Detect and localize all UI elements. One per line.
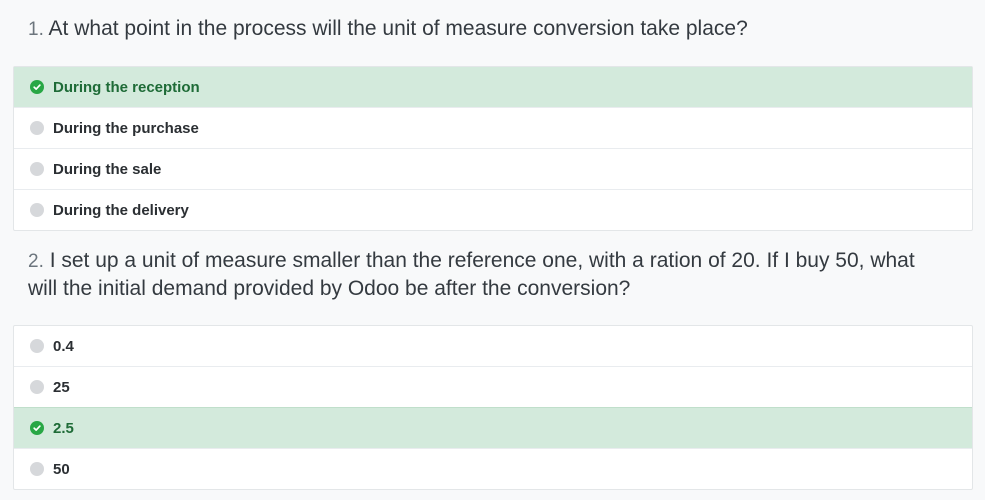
answer-label: 2.5 bbox=[53, 419, 74, 437]
radio-circle-icon bbox=[30, 162, 44, 176]
question-text: At what point in the process will the un… bbox=[48, 17, 748, 40]
answer-option[interactable]: During the delivery bbox=[14, 189, 972, 230]
check-circle-icon bbox=[30, 80, 44, 94]
question-2: 2. I set up a unit of measure smaller th… bbox=[0, 231, 985, 490]
question-text: I set up a unit of measure smaller than … bbox=[28, 249, 915, 300]
answer-label: During the reception bbox=[53, 78, 200, 96]
answer-option[interactable]: 2.5 bbox=[14, 407, 972, 448]
radio-circle-icon bbox=[30, 462, 44, 476]
answer-label: 50 bbox=[53, 460, 70, 478]
answer-option[interactable]: 25 bbox=[14, 366, 972, 407]
answer-option[interactable]: 0.4 bbox=[14, 326, 972, 366]
answer-label: During the sale bbox=[53, 160, 162, 178]
answer-label: 0.4 bbox=[53, 337, 74, 355]
answer-option[interactable]: 50 bbox=[14, 448, 972, 489]
question-1: 1. At what point in the process will the… bbox=[0, 0, 985, 231]
answer-label: 25 bbox=[53, 378, 70, 396]
answer-label: During the purchase bbox=[53, 119, 199, 137]
radio-circle-icon bbox=[30, 121, 44, 135]
check-circle-icon bbox=[30, 421, 44, 435]
quiz: 1. At what point in the process will the… bbox=[0, 0, 985, 490]
radio-circle-icon bbox=[30, 380, 44, 394]
question-number: 2. bbox=[28, 251, 44, 272]
radio-circle-icon bbox=[30, 339, 44, 353]
answer-list: During the reception During the purchase… bbox=[13, 66, 973, 231]
answer-option[interactable]: During the reception bbox=[14, 67, 972, 107]
answer-option[interactable]: During the sale bbox=[14, 148, 972, 189]
answer-option[interactable]: During the purchase bbox=[14, 107, 972, 148]
question-title: 1. At what point in the process will the… bbox=[0, 0, 985, 43]
answer-list: 0.4 25 2.5 50 bbox=[13, 325, 973, 490]
question-title: 2. I set up a unit of measure smaller th… bbox=[0, 231, 985, 302]
radio-circle-icon bbox=[30, 203, 44, 217]
question-number: 1. bbox=[28, 19, 44, 40]
answer-label: During the delivery bbox=[53, 201, 189, 219]
